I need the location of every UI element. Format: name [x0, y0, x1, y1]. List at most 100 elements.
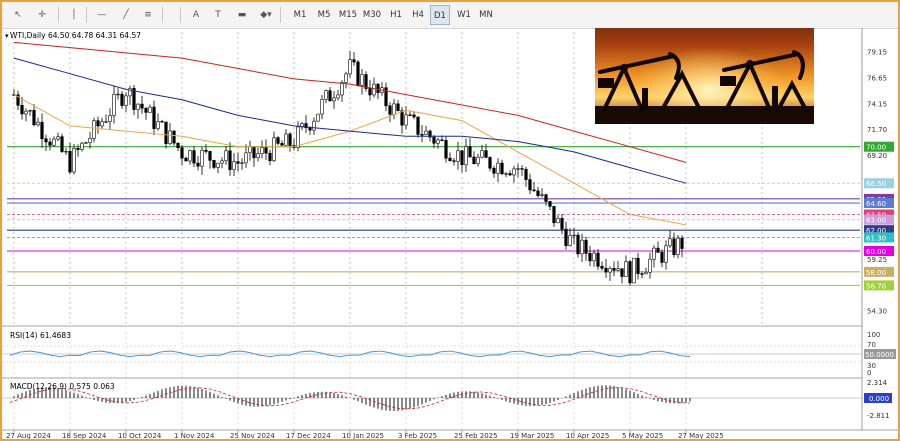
- crosshair-icon[interactable]: ✛: [32, 5, 52, 25]
- toolbar-separator: [58, 7, 59, 23]
- candle-body: [508, 173, 512, 176]
- candle-body: [140, 103, 144, 109]
- candle-body: [192, 150, 196, 164]
- candle-body: [116, 93, 120, 96]
- candle-body: [88, 137, 92, 143]
- candle-body: [436, 139, 440, 144]
- price-tick: 74.15: [867, 100, 887, 108]
- price-tick: 71.70: [867, 126, 887, 134]
- price-tick: 54.30: [867, 307, 887, 315]
- candle-body: [64, 150, 68, 153]
- shapes-menu-icon[interactable]: ◆▾: [256, 5, 276, 25]
- candle-body: [360, 74, 364, 86]
- candle-body: [92, 120, 96, 139]
- candle-body: [136, 103, 140, 110]
- candle-body: [392, 103, 396, 115]
- candle-body: [188, 150, 192, 162]
- rectangle-icon[interactable]: ▬: [232, 5, 252, 25]
- candle-body: [588, 253, 592, 262]
- candle-body: [660, 252, 664, 263]
- candle-body: [420, 134, 424, 136]
- fibonacci-icon[interactable]: ≡: [138, 5, 158, 25]
- candle-body: [268, 152, 272, 162]
- text-label-icon[interactable]: T: [208, 5, 228, 25]
- timeframe-w1[interactable]: W1: [454, 5, 474, 25]
- candle-body: [180, 147, 184, 159]
- candle-body: [44, 138, 48, 143]
- candle-body: [200, 149, 204, 167]
- oil-pumps-image: [595, 28, 814, 124]
- level-label: 61.30: [866, 234, 886, 242]
- horizontal-line-icon[interactable]: —: [92, 5, 112, 25]
- timeframe-m30[interactable]: M30: [360, 5, 384, 25]
- candle-body: [216, 162, 220, 168]
- chart-title: WTI,Daily 64.50 64.78 64.31 64.57: [10, 31, 141, 40]
- candle-body: [500, 162, 504, 175]
- timeframe-d1[interactable]: D1: [430, 5, 450, 25]
- candle-body: [520, 168, 524, 170]
- candle-body: [612, 268, 616, 271]
- candle-body: [52, 138, 56, 146]
- candle-body: [24, 110, 28, 115]
- toolbar-separator: [86, 7, 87, 23]
- timeframe-h4[interactable]: H4: [408, 5, 428, 25]
- date-label: 17 Dec 2024: [286, 432, 331, 439]
- candle-body: [196, 162, 200, 167]
- price-tick: 79.15: [867, 48, 887, 56]
- candle-body: [332, 97, 336, 102]
- candle-body: [260, 147, 264, 154]
- candle-body: [212, 160, 216, 168]
- timeframe-m5[interactable]: M5: [314, 5, 334, 25]
- candle-body: [348, 59, 352, 75]
- candle-body: [524, 168, 528, 180]
- macd-label: MACD(12,26,9) 0.575 0.063: [10, 382, 115, 391]
- candle-body: [372, 83, 376, 96]
- candle-body: [288, 133, 292, 146]
- candle-body: [432, 136, 436, 144]
- chart-area[interactable]: 70.0066.5065.0064.6063.5063.0062.0061.30…: [2, 28, 898, 439]
- candle-body: [144, 107, 148, 113]
- date-label: 1 Nov 2024: [174, 432, 215, 439]
- trendline-icon[interactable]: ╱: [116, 5, 136, 25]
- timeframe-mn[interactable]: MN: [476, 5, 496, 25]
- price-tick: 59.25: [867, 256, 887, 264]
- candle-body: [584, 239, 588, 254]
- rsi-level-label: 50.0000: [865, 351, 894, 359]
- level-label: 63.00: [866, 217, 886, 225]
- date-label: 3 Feb 2025: [398, 432, 437, 439]
- date-label: 27 May 2025: [678, 432, 724, 439]
- candle-body: [400, 110, 404, 126]
- candle-body: [232, 161, 236, 170]
- candle-body: [204, 149, 208, 152]
- text-icon[interactable]: A: [186, 5, 206, 25]
- candle-body: [240, 162, 244, 164]
- rsi-label: RSI(14) 61.4683: [10, 331, 71, 340]
- timeframe-h1[interactable]: H1: [386, 5, 406, 25]
- candle-body: [592, 252, 596, 262]
- candle-body: [316, 113, 320, 122]
- toolbar-separator: [180, 7, 181, 23]
- candle-body: [312, 120, 316, 131]
- cursor-icon[interactable]: ↖: [8, 5, 28, 25]
- date-axis: 27 Aug 2024 18 Sep 2024 10 Oct 2024 1 Nov 2…: [6, 430, 724, 439]
- candle-body: [368, 88, 372, 96]
- candle-body: [412, 114, 416, 118]
- candle-body: [544, 194, 548, 202]
- timeframe-m1[interactable]: M1: [290, 5, 310, 25]
- candle-body: [672, 238, 676, 256]
- candle-body: [680, 237, 684, 249]
- candle-body: [100, 121, 104, 127]
- candle-body: [224, 150, 228, 162]
- candle-body: [80, 142, 84, 150]
- candle-body: [28, 110, 32, 112]
- candle-body: [616, 268, 620, 271]
- timeframe-m15[interactable]: M15: [336, 5, 360, 25]
- candle-body: [344, 73, 348, 83]
- candle-body: [328, 90, 332, 102]
- candle-body: [32, 110, 36, 126]
- candle-body: [540, 194, 544, 196]
- candle-body: [164, 121, 168, 144]
- candle-body: [264, 147, 268, 154]
- vertical-line-icon[interactable]: │: [64, 5, 84, 25]
- candle-body: [324, 90, 328, 100]
